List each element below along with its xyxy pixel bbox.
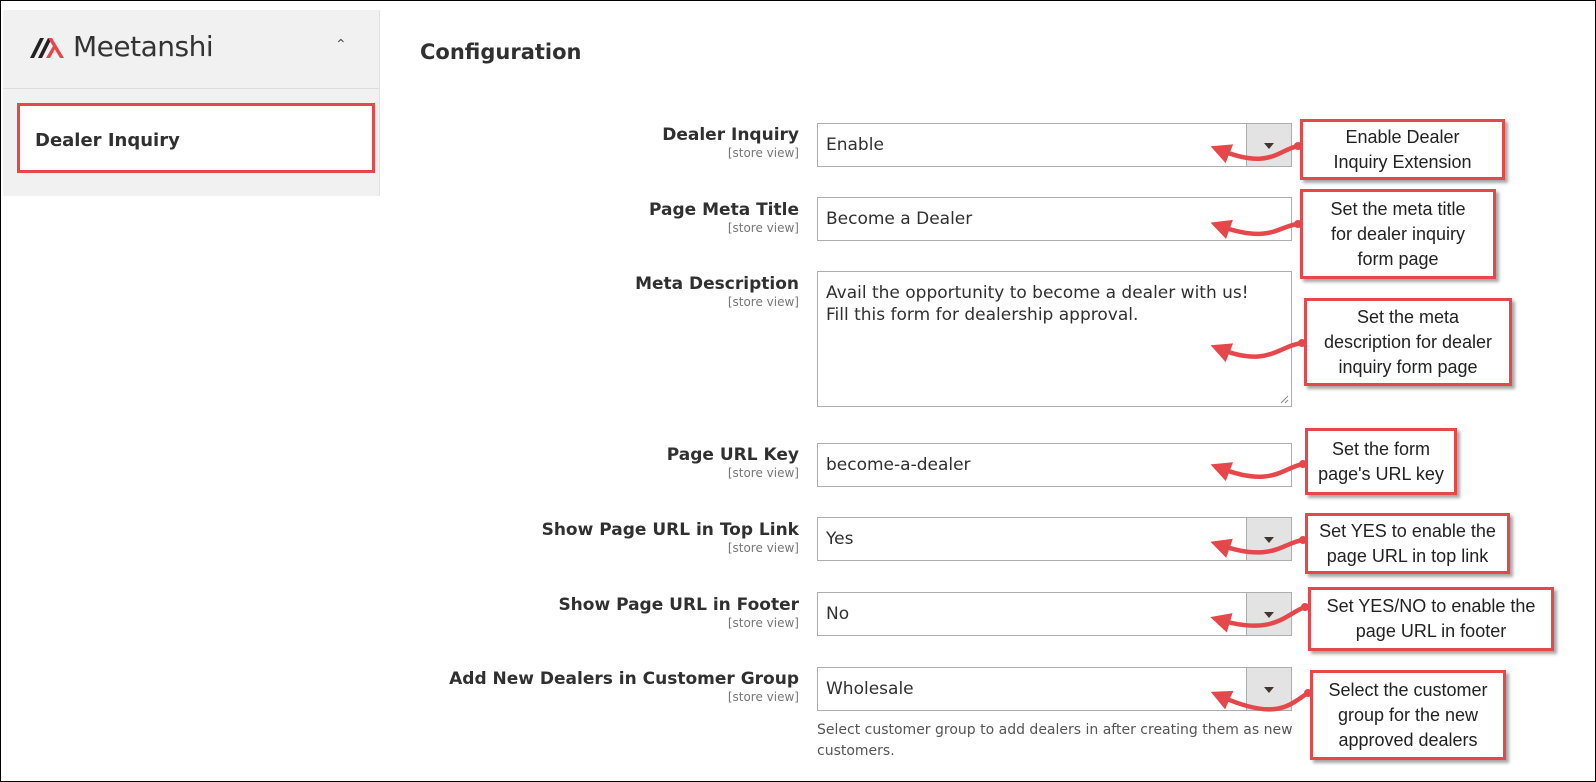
- callout-line: Select the customer: [1328, 679, 1488, 700]
- callout-line: description for dealer: [1323, 331, 1493, 352]
- callout-url-key: Set the form page's URL key: [1305, 428, 1457, 495]
- callout-line: Set the meta: [1356, 306, 1460, 327]
- callout-line: inquiry form page: [1338, 356, 1478, 377]
- callout-arrows: [1210, 142, 1312, 712]
- callout-line: Set YES/NO to enable the: [1326, 596, 1536, 616]
- callout-arrow: [1210, 690, 1311, 712]
- callout-line: form page: [1357, 248, 1439, 269]
- callout-customer-group: Select the customer group for the new ap…: [1310, 670, 1506, 760]
- callout-arrow: [1210, 219, 1301, 239]
- callout-arrow: [1210, 537, 1306, 558]
- callout-line: page URL in top link: [1326, 545, 1489, 566]
- callout-meta-title: Set the meta title for dealer inquiry fo…: [1300, 189, 1496, 279]
- callout-dealer-inquiry: Enable Dealer Inquiry Extension: [1300, 119, 1505, 180]
- callout-line: Set the form: [1331, 438, 1431, 459]
- callout-top-link: Set YES to enable the page URL in top li…: [1305, 513, 1510, 574]
- callout-line: page's URL key: [1318, 463, 1444, 484]
- callout-line: Set YES to enable the: [1319, 520, 1496, 541]
- callout-footer: Set YES/NO to enable the page URL in foo…: [1308, 587, 1554, 651]
- callout-line: Set the meta title: [1330, 198, 1466, 219]
- callout-line: Inquiry Extension: [1333, 151, 1472, 172]
- callout-arrow: [1210, 340, 1305, 363]
- callout-arrow: [1210, 143, 1301, 164]
- callout-meta-description: Set the meta description for dealer inqu…: [1304, 298, 1512, 386]
- callout-line: for dealer inquiry: [1330, 223, 1466, 244]
- callout-line: Enable Dealer: [1345, 126, 1460, 147]
- callout-arrow: [1210, 461, 1306, 482]
- callout-arrow: [1210, 604, 1308, 633]
- callout-line: page URL in footer: [1355, 621, 1507, 641]
- callout-line: group for the new: [1337, 704, 1479, 725]
- callout-line: approved dealers: [1338, 729, 1478, 750]
